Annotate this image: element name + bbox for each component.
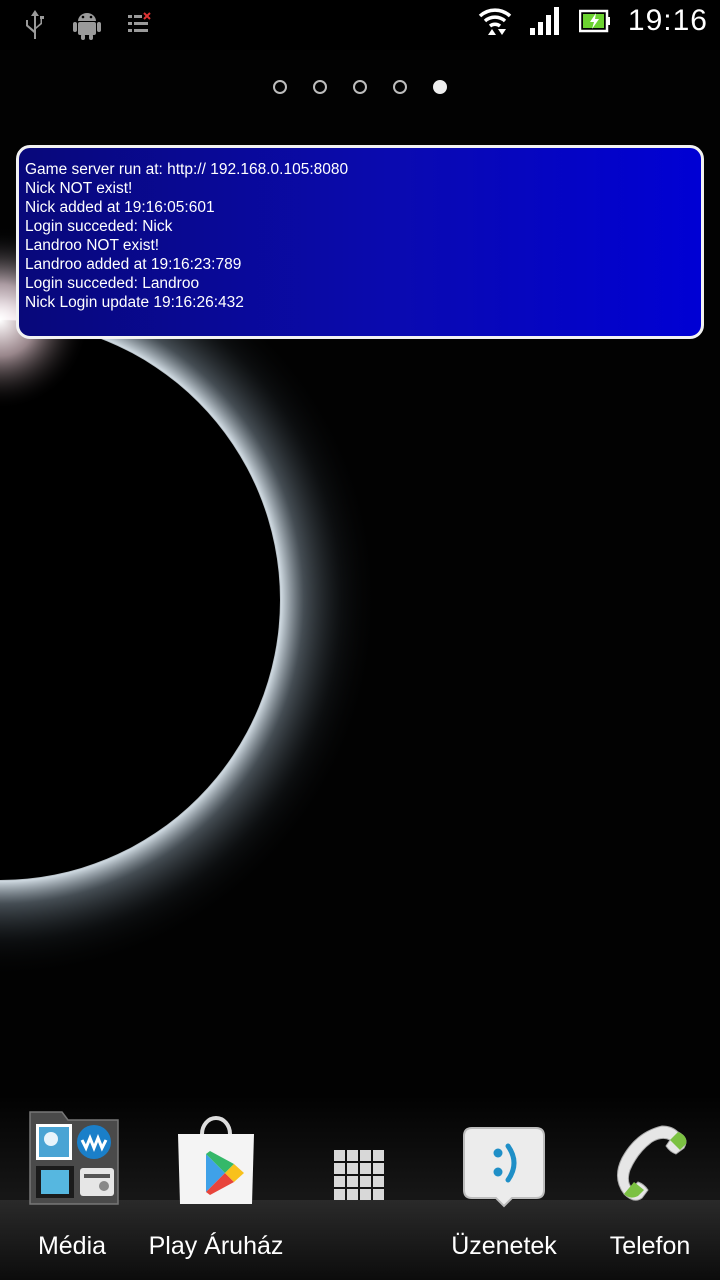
status-clock: 19:16 bbox=[627, 4, 708, 37]
page-dot[interactable] bbox=[313, 80, 327, 94]
log-line: Login succeded: Nick bbox=[25, 218, 173, 235]
dock-item-phone[interactable]: Telefon bbox=[594, 1108, 706, 1261]
messages-icon bbox=[454, 1108, 554, 1208]
log-line: Landroo added at 19:16:23:789 bbox=[25, 256, 242, 273]
dock-label: Média bbox=[37, 1232, 107, 1260]
dock-item-messages[interactable]: Üzenetek bbox=[436, 1108, 572, 1261]
dock-item-play-store[interactable]: Play Áruház bbox=[140, 1108, 292, 1261]
dock-label: Üzenetek bbox=[451, 1232, 557, 1260]
dock-label: Play Áruház bbox=[148, 1232, 284, 1260]
page-dot[interactable] bbox=[393, 80, 407, 94]
log-line: Landroo NOT exist! bbox=[25, 237, 160, 254]
android-debug-icon bbox=[70, 8, 104, 42]
battery-icon bbox=[578, 4, 612, 38]
phone-icon bbox=[600, 1108, 700, 1208]
log-line: Nick Login update 19:16:26:432 bbox=[25, 294, 244, 311]
wifi-icon bbox=[478, 4, 512, 38]
app-drawer-icon bbox=[310, 1108, 410, 1208]
media-folder-icon bbox=[22, 1108, 122, 1208]
server-log-widget[interactable]: Game server run at: http:// 192.168.0.10… bbox=[16, 145, 704, 339]
usb-icon bbox=[18, 8, 52, 42]
task-icon bbox=[122, 8, 156, 42]
log-line: Nick added at 19:16:05:601 bbox=[25, 199, 215, 216]
status-bar: 19:16 bbox=[0, 0, 720, 50]
page-dot-active[interactable] bbox=[433, 80, 447, 94]
signal-icon bbox=[528, 4, 562, 38]
log-line: Login succeded: Landroo bbox=[25, 275, 200, 292]
dock-item-media[interactable]: Média bbox=[12, 1108, 132, 1261]
page-dot[interactable] bbox=[353, 80, 367, 94]
log-line: Nick NOT exist! bbox=[25, 180, 133, 197]
dock-item-app-drawer[interactable] bbox=[310, 1108, 410, 1232]
page-indicator bbox=[0, 80, 720, 94]
page-dot[interactable] bbox=[273, 80, 287, 94]
dock-label: Telefon bbox=[609, 1232, 691, 1260]
log-line: Game server run at: http:// 192.168.0.10… bbox=[25, 161, 349, 178]
play-store-icon bbox=[166, 1108, 266, 1208]
